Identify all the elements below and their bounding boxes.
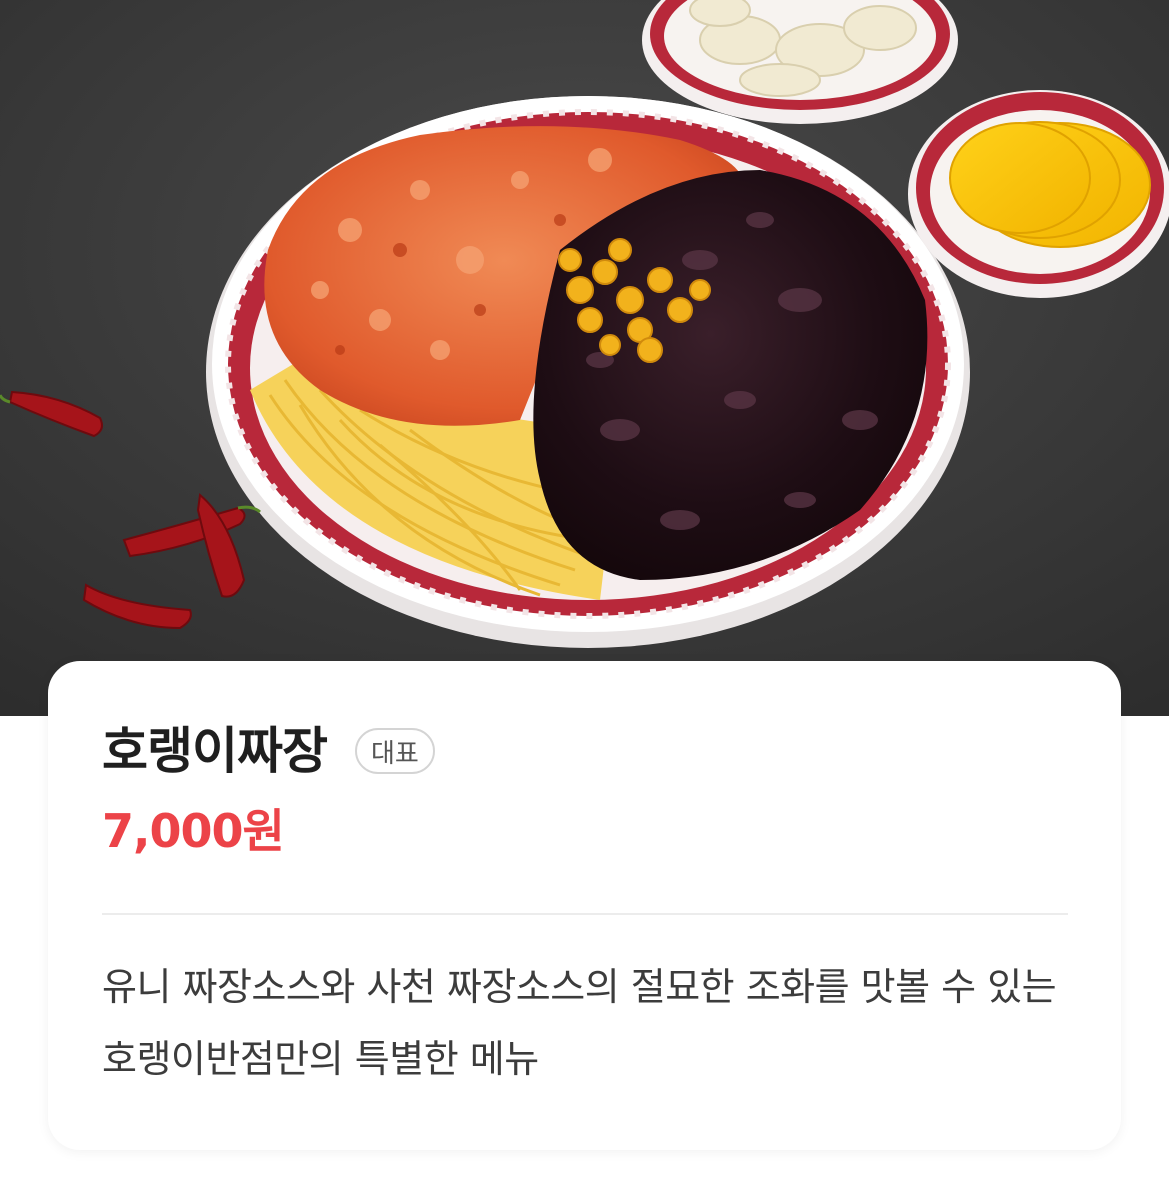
menu-name: 호랭이짜장 [102, 722, 328, 780]
menu-description: 유니 짜장소스와 사천 짜장소스의 절묘한 조화를 맛볼 수 있는 호랭이반점만… [102, 965, 1057, 1081]
title-row: 호랭이짜장 대표 [102, 719, 435, 783]
divider [102, 913, 1068, 915]
menu-photo [0, 0, 1169, 716]
signature-badge: 대표 [355, 728, 435, 774]
menu-info-card: 호랭이짜장 대표 7,000원 유니 짜장소스와 사천 짜장소스의 절묘한 조화… [48, 661, 1121, 1150]
main-bowl [206, 96, 970, 648]
danmuji-side-dish [908, 90, 1169, 298]
food-illustration [0, 0, 1169, 716]
menu-price: 7,000원 [102, 804, 285, 858]
